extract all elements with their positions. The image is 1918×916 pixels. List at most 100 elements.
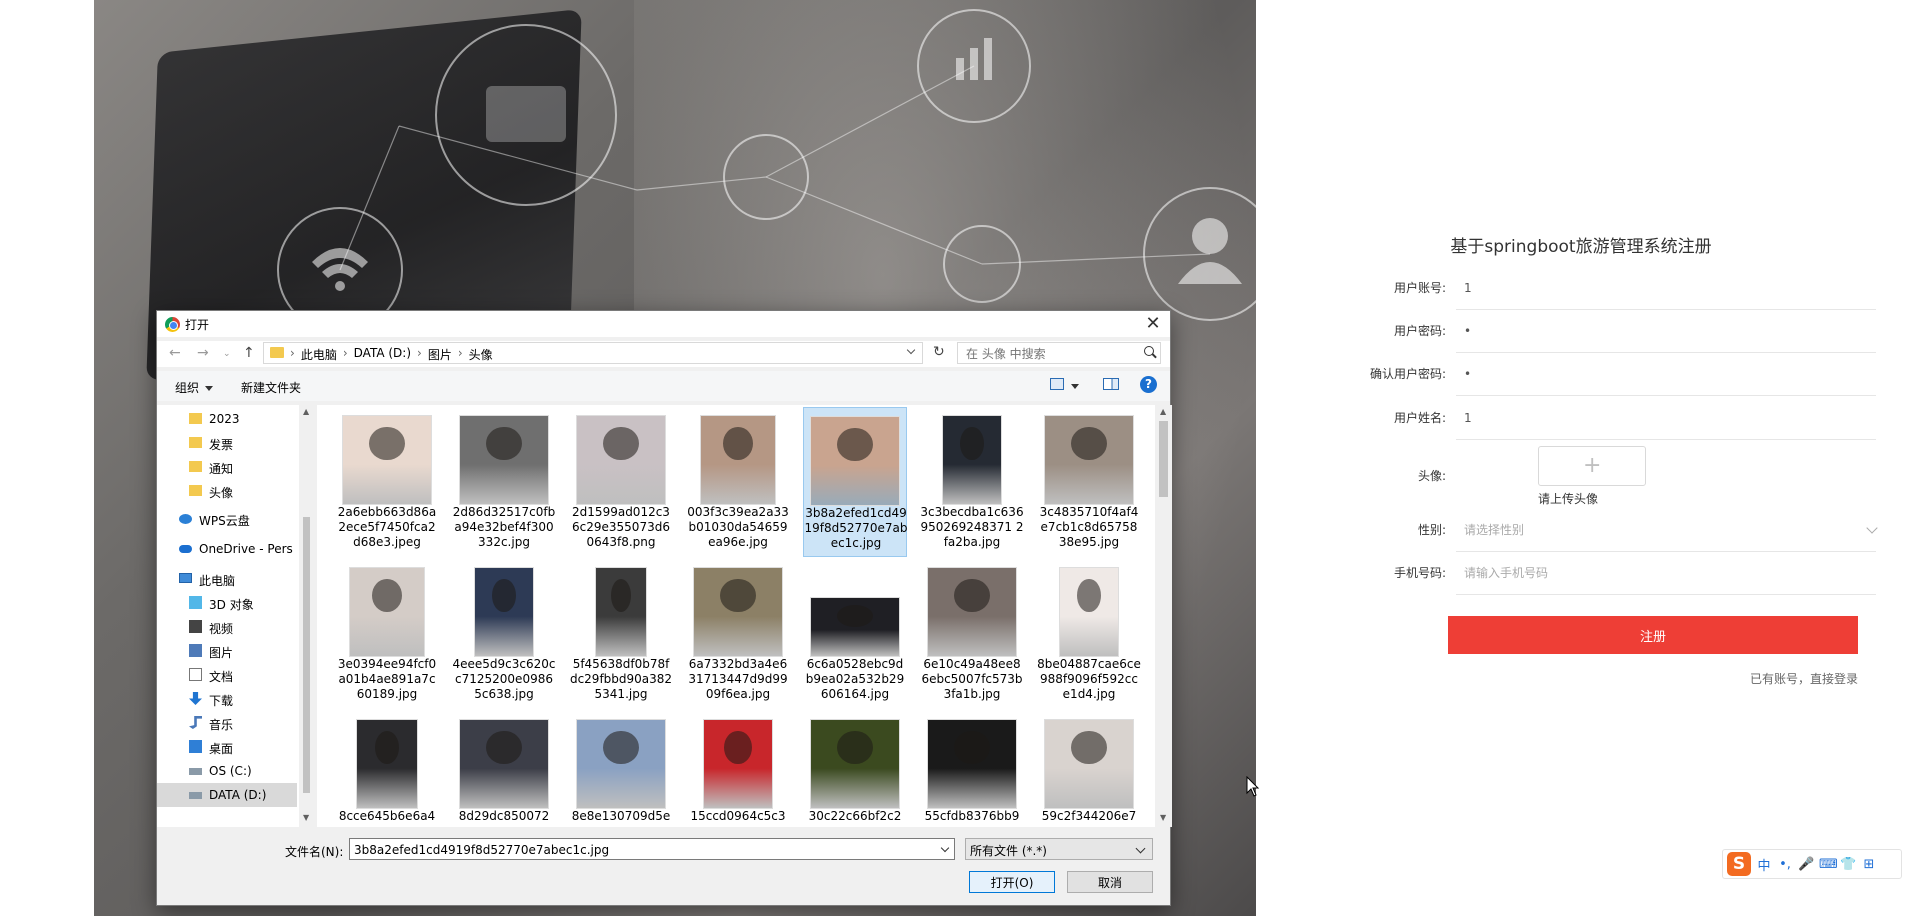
nav-scrollbar[interactable]: ▲ ▼ bbox=[299, 405, 314, 827]
file-item[interactable]: 2a6ebb663d86a2ece5f7450fca2d68e3.jpeg bbox=[335, 407, 439, 557]
nav-item[interactable]: WPS云盘 bbox=[157, 507, 297, 531]
file-item[interactable]: 55cfdb8376bb9 bbox=[920, 711, 1024, 827]
password-input[interactable]: • bbox=[1456, 309, 1876, 353]
dialog-titlebar[interactable]: 打开 ✕ bbox=[157, 311, 1170, 337]
file-item[interactable]: 6e10c49a48ee86ebc5007fc573b3fa1b.jpg bbox=[920, 559, 1024, 709]
nav-item[interactable]: OS (C:) bbox=[157, 759, 297, 783]
command-bar: 组织 新建文件夹 ? bbox=[157, 371, 1170, 401]
file-item[interactable]: 59c2f344206e7 bbox=[1037, 711, 1141, 827]
nav-item[interactable]: 文档 bbox=[157, 663, 297, 687]
account-input[interactable]: 1 bbox=[1456, 266, 1876, 310]
file-item[interactable]: 3b8a2efed1cd4919f8d52770e7abec1c.jpg bbox=[803, 407, 907, 557]
ime-punctuation-icon[interactable]: •, bbox=[1777, 857, 1793, 872]
chevron-down-icon[interactable] bbox=[1071, 384, 1079, 389]
breadcrumb-avatar[interactable]: 头像 bbox=[469, 346, 493, 363]
scroll-down-icon[interactable]: ▼ bbox=[1160, 813, 1166, 822]
username-input[interactable]: 1 bbox=[1456, 396, 1876, 440]
refresh-icon[interactable]: ↻ bbox=[933, 344, 945, 360]
scrollbar-thumb[interactable] bbox=[303, 517, 310, 793]
file-open-dialog: 打开 ✕ ← → ⌄ ↑ › 此电脑 › DATA (D:) › 图片 › 头像 bbox=[156, 310, 1172, 906]
scroll-up-icon[interactable]: ▲ bbox=[1160, 407, 1166, 416]
file-item[interactable]: 8d29dc850072 bbox=[452, 711, 556, 827]
search-input[interactable] bbox=[958, 344, 1128, 364]
search-icon[interactable] bbox=[1144, 346, 1154, 356]
nav-item[interactable]: OneDrive - Pers bbox=[157, 537, 297, 561]
preview-pane-icon[interactable] bbox=[1103, 378, 1119, 390]
login-link[interactable]: 已有账号，直接登录 bbox=[1736, 670, 1858, 687]
phone-input[interactable]: 请输入手机号码 bbox=[1456, 551, 1876, 595]
nav-item[interactable]: 视频 bbox=[157, 615, 297, 639]
chevron-down-icon[interactable] bbox=[906, 345, 916, 355]
ime-skin-icon[interactable]: 👕 bbox=[1840, 857, 1856, 872]
register-button[interactable]: 注册 bbox=[1448, 616, 1858, 654]
nav-item[interactable]: 桌面 bbox=[157, 735, 297, 759]
file-item[interactable]: 15ccd0964c5c3 bbox=[686, 711, 790, 827]
file-grid-scrollbar[interactable]: ▲ ▼ bbox=[1155, 405, 1172, 827]
nav-item[interactable]: 3D 对象 bbox=[157, 591, 297, 615]
address-bar[interactable]: › 此电脑 › DATA (D:) › 图片 › 头像 bbox=[263, 342, 923, 364]
avatar-upload-button[interactable]: + bbox=[1538, 446, 1646, 486]
back-arrow-icon[interactable]: ← bbox=[169, 345, 181, 361]
organize-button[interactable]: 组织 bbox=[175, 379, 213, 396]
file-item[interactable]: 5f45638df0b78fdc29fbbd90a3825341.jpg bbox=[569, 559, 673, 709]
nav-item[interactable]: 音乐 bbox=[157, 711, 297, 735]
nav-item[interactable]: 发票 bbox=[157, 431, 297, 455]
file-item[interactable]: 2d1599ad012c36c29e355073d60643f8.png bbox=[569, 407, 673, 557]
scroll-down-icon[interactable]: ▼ bbox=[303, 813, 309, 822]
file-name: 8cce645b6e6a4 bbox=[338, 809, 436, 823]
nav-item[interactable]: 此电脑 bbox=[157, 567, 297, 591]
ime-toolbox-icon[interactable]: ⊞ bbox=[1861, 857, 1877, 872]
file-name: 3c4835710f4af4e7cb1c8d6575838e95.jpg bbox=[1039, 505, 1139, 549]
recent-locations-icon[interactable]: ⌄ bbox=[223, 349, 231, 359]
file-item[interactable]: 3c4835710f4af4e7cb1c8d6575838e95.jpg bbox=[1037, 407, 1141, 557]
file-item[interactable]: 3e0394ee94fcf0a01b4ae891a7c60189.jpg bbox=[335, 559, 439, 709]
file-item[interactable]: 6a7332bd3a4e631713447d9d9909f6ea.jpg bbox=[686, 559, 790, 709]
portrait-shape bbox=[837, 604, 873, 627]
new-folder-button[interactable]: 新建文件夹 bbox=[241, 379, 301, 396]
open-button[interactable]: 打开(O) bbox=[969, 871, 1055, 893]
nav-item[interactable]: 通知 bbox=[157, 455, 297, 479]
ime-chinese-mode[interactable]: 中 bbox=[1756, 855, 1772, 874]
breadcrumb-pictures[interactable]: 图片 bbox=[428, 346, 452, 363]
filename-input[interactable] bbox=[350, 840, 930, 860]
close-button[interactable]: ✕ bbox=[1142, 313, 1164, 335]
filetype-select[interactable]: 所有文件 (*.*) bbox=[965, 838, 1153, 860]
gender-select[interactable]: 请选择性别 bbox=[1456, 508, 1878, 552]
file-item[interactable]: 8be04887cae6ce988f9096f592cce1d4.jpg bbox=[1037, 559, 1141, 709]
nav-item[interactable]: 下载 bbox=[157, 687, 297, 711]
ime-keyboard-icon[interactable]: ⌨ bbox=[1819, 857, 1838, 872]
cancel-button[interactable]: 取消 bbox=[1067, 871, 1153, 893]
image-thumbnail bbox=[693, 567, 783, 657]
file-name: 2d86d32517c0fba94e32bef4f300332c.jpg bbox=[452, 505, 556, 549]
ime-microphone-icon[interactable]: 🎤 bbox=[1798, 857, 1814, 872]
file-item[interactable]: 2d86d32517c0fba94e32bef4f300332c.jpg bbox=[452, 407, 556, 557]
file-item[interactable]: 6c6a0528ebc9db9ea02a532b29606164.jpg bbox=[803, 559, 907, 709]
breadcrumb-this-pc[interactable]: 此电脑 bbox=[301, 346, 337, 363]
file-item[interactable]: 8e8e130709d5e bbox=[569, 711, 673, 827]
chevron-down-icon[interactable] bbox=[940, 843, 950, 853]
nav-item[interactable]: 图片 bbox=[157, 639, 297, 663]
breadcrumb-data-drive[interactable]: DATA (D:) bbox=[354, 346, 411, 363]
nav-item[interactable]: DATA (D:) bbox=[157, 783, 297, 807]
scrollbar-thumb[interactable] bbox=[1159, 421, 1168, 497]
file-item[interactable]: 4eee5d9c3c620cc7125200e09865c638.jpg bbox=[452, 559, 556, 709]
confirm-password-input[interactable]: • bbox=[1456, 352, 1876, 396]
file-item[interactable]: 3c3becdba1c636950269248371 2fa2ba.jpg bbox=[920, 407, 1024, 557]
filename-label: 文件名(N): bbox=[285, 845, 344, 859]
file-item[interactable]: 003f3c39ea2a33b01030da54659ea96e.jpg bbox=[686, 407, 790, 557]
forward-arrow-icon[interactable]: → bbox=[197, 345, 209, 361]
sogou-logo-icon[interactable]: S bbox=[1727, 852, 1751, 876]
plus-icon: + bbox=[1583, 453, 1602, 478]
image-thumbnail bbox=[356, 719, 418, 809]
nav-item[interactable]: 2023 bbox=[157, 407, 297, 431]
portrait-shape bbox=[960, 426, 984, 460]
file-item[interactable]: 8cce645b6e6a4 bbox=[335, 711, 439, 827]
help-icon[interactable]: ? bbox=[1140, 376, 1157, 393]
file-item[interactable]: 30c22c66bf2c2 bbox=[803, 711, 907, 827]
view-options-icon[interactable] bbox=[1050, 378, 1064, 390]
up-arrow-icon[interactable]: ↑ bbox=[243, 345, 255, 361]
address-row: ← → ⌄ ↑ › 此电脑 › DATA (D:) › 图片 › 头像 ↻ bbox=[157, 341, 1170, 367]
account-label: 用户账号: bbox=[1393, 281, 1446, 295]
scroll-up-icon[interactable]: ▲ bbox=[303, 407, 309, 416]
nav-item[interactable]: 头像 bbox=[157, 479, 297, 503]
